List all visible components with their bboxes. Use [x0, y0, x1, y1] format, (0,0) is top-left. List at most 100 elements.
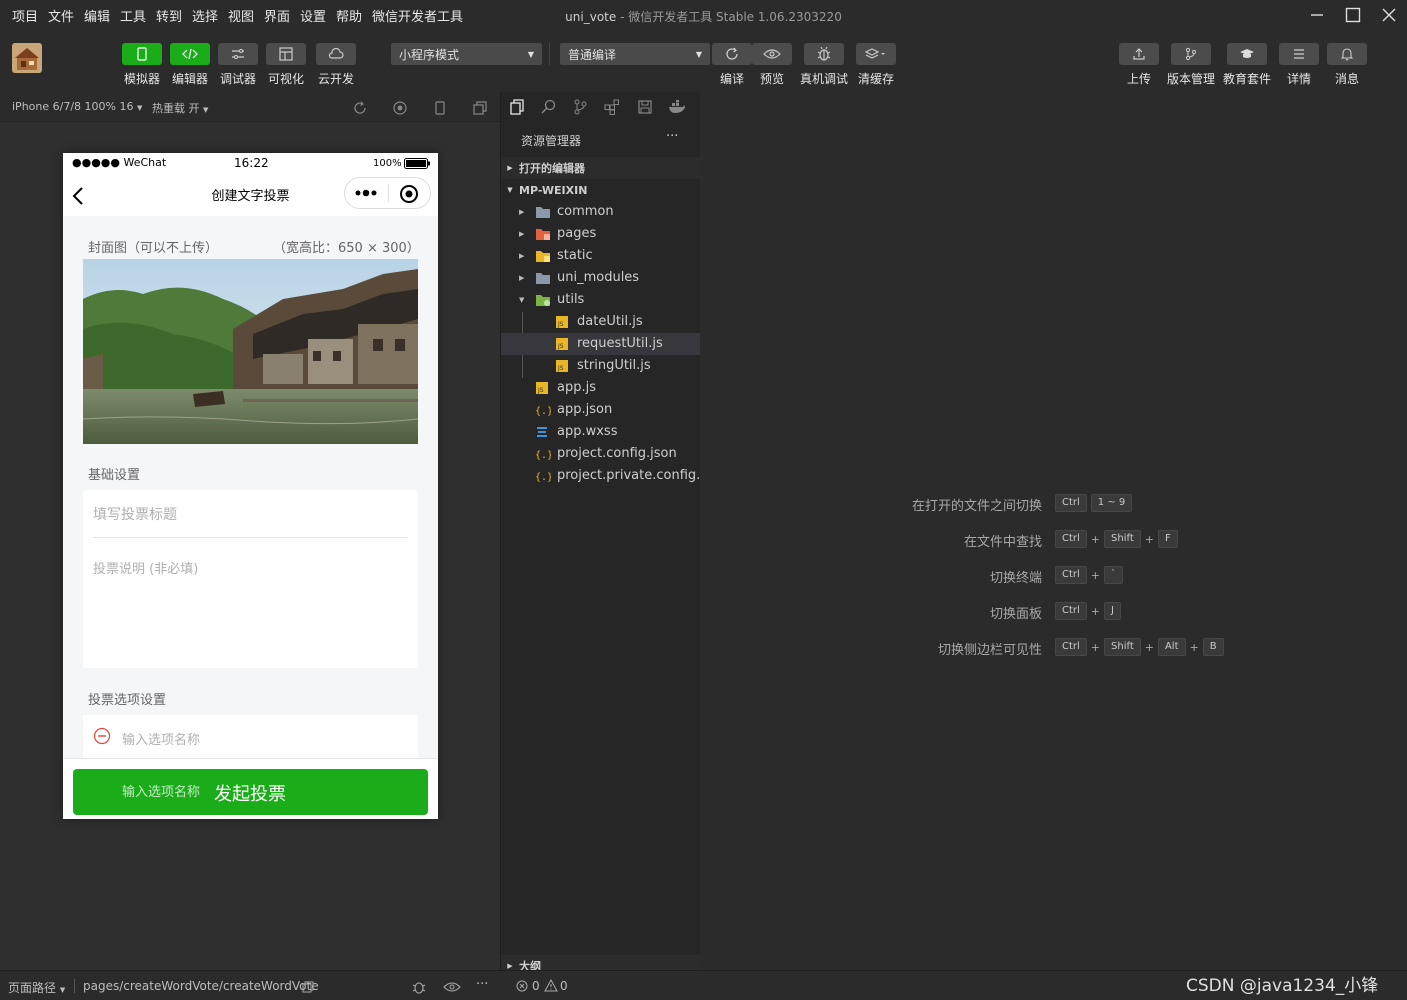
key-cap: Alt	[1157, 638, 1186, 656]
menu-tools[interactable]: 工具	[120, 6, 146, 25]
tree-item[interactable]: JS stringUtil.js	[501, 355, 700, 377]
close-button[interactable]	[1378, 4, 1400, 26]
menu-help[interactable]: 帮助	[336, 6, 362, 25]
compile-select[interactable]: 普通编译 ▼	[560, 43, 710, 65]
mode-select-value: 小程序模式	[399, 47, 460, 62]
shortcut-label: 切换终端	[989, 571, 1042, 586]
mode-select[interactable]: 小程序模式 ▼	[391, 43, 542, 65]
hot-reload-toggle[interactable]: 热重载 开 ▼	[152, 100, 208, 116]
bug-icon[interactable]	[411, 979, 427, 995]
js-file-icon: JS	[555, 315, 569, 329]
education-kit-button[interactable]	[1227, 43, 1267, 65]
warning-count[interactable]: 0	[560, 979, 568, 993]
details-button[interactable]	[1279, 43, 1319, 65]
save-icon[interactable]	[638, 99, 652, 115]
submit-ghost-text: 输入选项名称	[122, 785, 201, 800]
open-editors-section[interactable]: ▶ 打开的编辑器	[501, 157, 700, 179]
vote-title-input[interactable]: 填写投票标题	[93, 490, 408, 538]
rotate-icon[interactable]	[353, 101, 367, 115]
cover-image[interactable]	[83, 259, 418, 444]
debugger-toggle-button[interactable]	[218, 43, 258, 65]
messages-button[interactable]	[1327, 43, 1367, 65]
remove-option-icon[interactable]	[93, 727, 111, 745]
maximize-button[interactable]	[1342, 4, 1364, 26]
device-debug-button[interactable]	[804, 43, 844, 65]
menu-select[interactable]: 选择	[192, 6, 218, 25]
tree-item[interactable]: JS dateUtil.js	[501, 311, 700, 333]
search-icon[interactable]	[541, 99, 557, 115]
tree-item-label: requestUtil.js	[577, 336, 663, 351]
avatar[interactable]	[12, 43, 42, 73]
files-icon[interactable]	[510, 99, 524, 115]
tree-item[interactable]: JS app.js	[501, 377, 700, 399]
warning-icon[interactable]	[544, 979, 558, 992]
folder-icon	[535, 227, 551, 241]
menu-project[interactable]: 项目	[12, 6, 38, 25]
minimize-button[interactable]	[1306, 4, 1328, 26]
tree-item-label: app.js	[557, 380, 596, 395]
key-cap: Ctrl	[1055, 494, 1087, 512]
docker-icon[interactable]	[668, 100, 686, 114]
visual-label: 可视化	[267, 72, 304, 86]
explorer-more-button[interactable]: ···	[666, 129, 678, 144]
copy-icon[interactable]	[302, 981, 314, 993]
upload-icon	[1133, 48, 1145, 60]
submit-vote-button[interactable]: 输入选项名称 发起投票	[73, 769, 428, 815]
menu-goto[interactable]: 转到	[156, 6, 182, 25]
source-control-icon[interactable]	[573, 99, 587, 115]
tree-item[interactable]: ▶ common	[501, 201, 700, 223]
menu-view[interactable]: 视图	[228, 6, 254, 25]
menu-settings[interactable]: 设置	[300, 6, 326, 25]
shortcut-keys: Ctrl + Shift + F	[1055, 530, 1182, 548]
plus-sign: +	[1090, 640, 1101, 654]
simulator-label: 模拟器	[123, 72, 160, 86]
tree-item[interactable]: {.} project.config.json	[501, 443, 700, 465]
tree-item[interactable]: ▼ utils	[501, 289, 700, 311]
detach-window-icon[interactable]	[473, 101, 487, 115]
close-miniprogram-icon[interactable]	[398, 183, 420, 205]
device-select[interactable]: iPhone 6/7/8 100% 16 ▼	[12, 100, 142, 113]
explorer-activity-bar	[501, 92, 700, 122]
tree-item[interactable]: ▶ static	[501, 245, 700, 267]
preview-button[interactable]	[752, 43, 792, 65]
cloud-dev-button[interactable]	[316, 43, 356, 65]
page-path-menu[interactable]: 页面路径 ▼	[8, 979, 65, 996]
record-icon[interactable]	[393, 101, 407, 115]
editor-toggle-button[interactable]	[170, 43, 210, 65]
phone-simulator: ●●●●● WeChat 16:22 100% 创建文字投票 封面图（可以不上传…	[63, 153, 438, 819]
tree-item[interactable]: {.} app.json	[501, 399, 700, 421]
tree-item-label: stringUtil.js	[577, 358, 651, 373]
more-icon[interactable]: ···	[476, 977, 488, 992]
tree-item[interactable]: ▶ pages	[501, 223, 700, 245]
project-root-section[interactable]: ▼ MP-WEIXIN	[501, 179, 700, 201]
option-name-placeholder[interactable]: 输入选项名称	[122, 729, 200, 748]
phone-icon[interactable]	[434, 101, 446, 115]
simulator-toggle-button[interactable]	[122, 43, 162, 65]
tree-item[interactable]: {.} project.private.config.js...	[501, 465, 700, 487]
chevron-right-icon: ▶	[507, 164, 513, 172]
tree-item[interactable]: app.wxss	[501, 421, 700, 443]
error-icon[interactable]	[516, 980, 528, 992]
menu-interface[interactable]: 界面	[264, 6, 290, 25]
svg-text:{.}: {.}	[535, 406, 551, 417]
key-cap: 1 ~ 9	[1090, 494, 1133, 512]
compile-select-value: 普通编译	[568, 47, 617, 62]
svg-text:{.}: {.}	[535, 450, 551, 461]
error-count[interactable]: 0	[532, 979, 540, 993]
menu-devtools[interactable]: 微信开发者工具	[372, 6, 463, 25]
compile-button[interactable]	[712, 43, 752, 65]
menu-edit[interactable]: 编辑	[84, 6, 110, 25]
upload-button[interactable]	[1119, 43, 1159, 65]
tree-item[interactable]: ▶ uni_modules	[501, 267, 700, 289]
shortcut-label: 切换面板	[989, 607, 1042, 622]
visual-toggle-button[interactable]	[266, 43, 306, 65]
menu-file[interactable]: 文件	[48, 6, 74, 25]
svg-text:JS: JS	[557, 343, 564, 350]
eye-icon[interactable]	[443, 981, 461, 993]
vote-description-textarea[interactable]: 投票说明 (非必填)	[93, 548, 408, 658]
extensions-icon[interactable]	[604, 99, 620, 115]
tree-item[interactable]: JS requestUtil.js	[501, 333, 700, 355]
version-control-button[interactable]	[1171, 43, 1211, 65]
clear-cache-button[interactable]	[856, 43, 896, 65]
more-dots-icon[interactable]	[354, 188, 380, 198]
